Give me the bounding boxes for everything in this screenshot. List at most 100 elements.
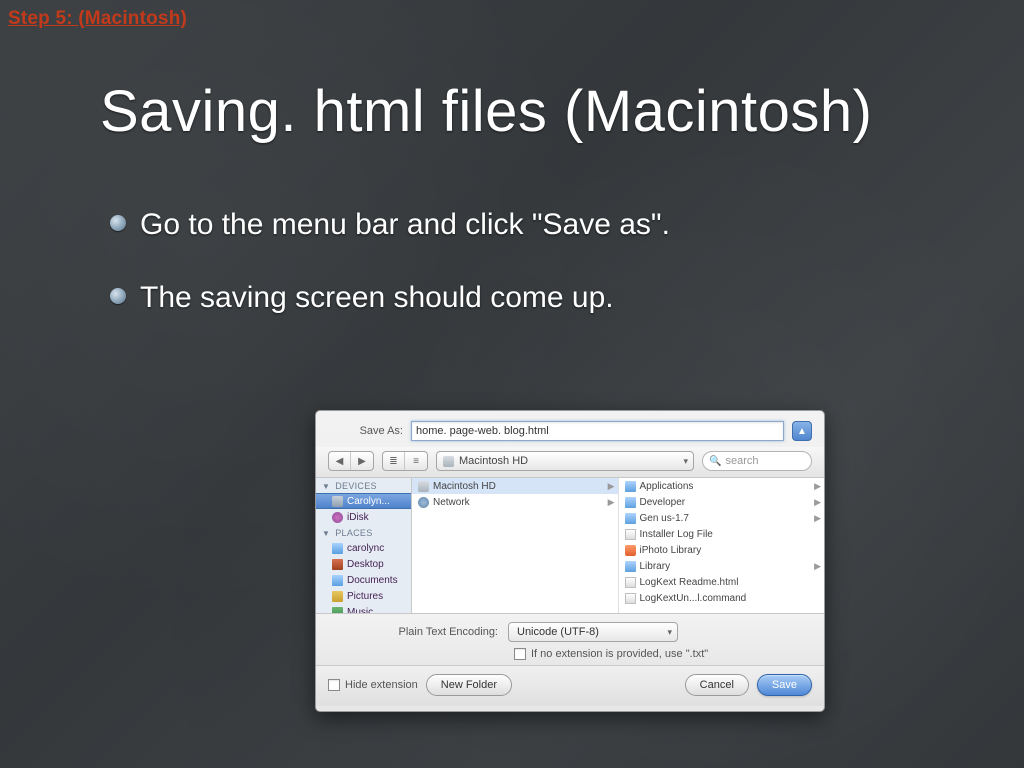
column-item-label: Library: [640, 561, 671, 572]
sidebar-item-label: carolync: [347, 543, 384, 554]
column-item-label: LogKext Readme.html: [640, 577, 739, 588]
bullet-icon: [110, 215, 126, 231]
step-label: Step 5: (Macintosh): [8, 8, 187, 30]
dialog-body: ▼DEVICES Carolyn... iDisk ▼PLACES caroly…: [316, 478, 824, 614]
checkbox-icon: [514, 648, 526, 660]
collapse-toggle-button[interactable]: ▲: [792, 421, 812, 441]
idisk-icon: [332, 512, 343, 523]
view-mode-toggle: ≣ ≡: [382, 451, 428, 471]
column-item-label: Gen us-1.7: [640, 513, 689, 524]
encoding-label: Plain Text Encoding:: [328, 626, 498, 638]
column-2: Applications ▶ Developer ▶ Gen us-1.7 ▶ Ins…: [619, 478, 825, 613]
sidebar-item-place[interactable]: Pictures: [316, 588, 411, 604]
hard-drive-icon: [418, 481, 429, 492]
view-list-button[interactable]: ≣: [383, 452, 405, 470]
column-item[interactable]: Network ▶: [412, 494, 618, 510]
column-item-label: Developer: [640, 497, 686, 508]
column-item-label: iPhoto Library: [640, 545, 702, 556]
sidebar-item-device[interactable]: Carolyn...: [316, 493, 411, 509]
column-item[interactable]: iPhoto Library: [619, 542, 825, 558]
column-item[interactable]: Gen us-1.7 ▶: [619, 510, 825, 526]
folder-icon: [625, 497, 636, 508]
dialog-footer: Hide extension New Folder Cancel Save: [316, 665, 824, 706]
sidebar-item-label: Desktop: [347, 559, 384, 570]
folder-icon: [625, 561, 636, 572]
folder-icon: [625, 513, 636, 524]
column-item[interactable]: Applications ▶: [619, 478, 825, 494]
desktop-icon: [332, 559, 343, 570]
location-popup[interactable]: Macintosh HD ▾: [436, 451, 694, 471]
dialog-top-row: Save As: ▲: [316, 411, 824, 447]
sidebar-item-label: Pictures: [347, 591, 383, 602]
chevron-right-icon: ▶: [608, 497, 615, 508]
slide-title: Saving. html files (Macintosh): [100, 78, 872, 145]
sidebar-devices-header: ▼DEVICES: [316, 478, 411, 493]
saveas-label: Save As:: [328, 425, 403, 437]
column-item-label: Installer Log File: [640, 529, 713, 540]
sidebar: ▼DEVICES Carolyn... iDisk ▼PLACES caroly…: [316, 478, 412, 613]
sidebar-item-label: iDisk: [347, 512, 369, 523]
nav-forward-button[interactable]: ▶: [351, 452, 373, 470]
nav-back-button[interactable]: ◀: [329, 452, 351, 470]
column-item[interactable]: Installer Log File: [619, 526, 825, 542]
column-item-label: LogKextUn...l.command: [640, 593, 747, 604]
music-icon: [332, 607, 343, 614]
folder-icon: [625, 481, 636, 492]
chevron-right-icon: ▶: [814, 561, 821, 572]
bullet-icon: [110, 288, 126, 304]
hide-extension-label: Hide extension: [345, 679, 418, 691]
sidebar-item-place[interactable]: Music: [316, 604, 411, 613]
network-icon: [418, 497, 429, 508]
location-label: Macintosh HD: [459, 455, 528, 467]
search-field[interactable]: 🔍 search: [702, 451, 812, 471]
chevron-right-icon: ▶: [608, 481, 615, 492]
noext-checkbox-row[interactable]: If no extension is provided, use ".txt": [514, 648, 812, 660]
dialog-encoding-section: Plain Text Encoding: Unicode (UTF-8) ▾ I…: [316, 614, 824, 665]
sidebar-item-label: Carolyn...: [347, 496, 390, 507]
bullet-list: Go to the menu bar and click "Save as". …: [110, 205, 944, 351]
file-icon: [625, 577, 636, 588]
search-icon: 🔍: [709, 456, 721, 467]
column-item[interactable]: LogKext Readme.html: [619, 574, 825, 590]
chevron-updown-icon: ▾: [683, 456, 688, 467]
column-item-label: Macintosh HD: [433, 481, 496, 492]
column-item[interactable]: Library ▶: [619, 558, 825, 574]
chevron-updown-icon: ▾: [667, 627, 672, 638]
folder-icon: [332, 575, 343, 586]
file-icon: [625, 593, 636, 604]
hard-drive-icon: [443, 456, 454, 467]
view-columns-button[interactable]: ≡: [405, 452, 427, 470]
sidebar-item-place[interactable]: Desktop: [316, 556, 411, 572]
disk-icon: [332, 496, 343, 507]
saveas-input[interactable]: [411, 421, 784, 441]
new-folder-button[interactable]: New Folder: [426, 674, 512, 696]
dialog-nav-row: ◀ ▶ ≣ ≡ Macintosh HD ▾ 🔍 search: [316, 447, 824, 478]
column-item[interactable]: Developer ▶: [619, 494, 825, 510]
folder-icon: [332, 543, 343, 554]
encoding-popup[interactable]: Unicode (UTF-8) ▾: [508, 622, 678, 642]
nav-back-forward: ◀ ▶: [328, 451, 374, 471]
save-button[interactable]: Save: [757, 674, 812, 696]
checkbox-icon: [328, 679, 340, 691]
column-item-label: Network: [433, 497, 470, 508]
column-item-label: Applications: [640, 481, 694, 492]
hide-extension-checkbox[interactable]: Hide extension: [328, 679, 418, 691]
bullet-item: The saving screen should come up.: [110, 278, 944, 317]
sidebar-item-label: Documents: [347, 575, 398, 586]
sidebar-item-place[interactable]: Documents: [316, 572, 411, 588]
chevron-right-icon: ▶: [814, 481, 821, 492]
sidebar-item-device[interactable]: iDisk: [316, 509, 411, 525]
bullet-item: Go to the menu bar and click "Save as".: [110, 205, 944, 244]
chevron-right-icon: ▶: [814, 513, 821, 524]
sidebar-item-label: Music: [347, 607, 373, 614]
app-icon: [625, 545, 636, 556]
chevron-up-icon: ▲: [797, 426, 807, 437]
sidebar-item-place[interactable]: carolync: [316, 540, 411, 556]
encoding-value: Unicode (UTF-8): [517, 626, 599, 638]
column-item[interactable]: Macintosh HD ▶: [412, 478, 618, 494]
column-item[interactable]: LogKextUn...l.command: [619, 590, 825, 606]
noext-label: If no extension is provided, use ".txt": [531, 648, 708, 660]
sidebar-places-header: ▼PLACES: [316, 525, 411, 540]
chevron-right-icon: ▶: [814, 497, 821, 508]
cancel-button[interactable]: Cancel: [685, 674, 749, 696]
